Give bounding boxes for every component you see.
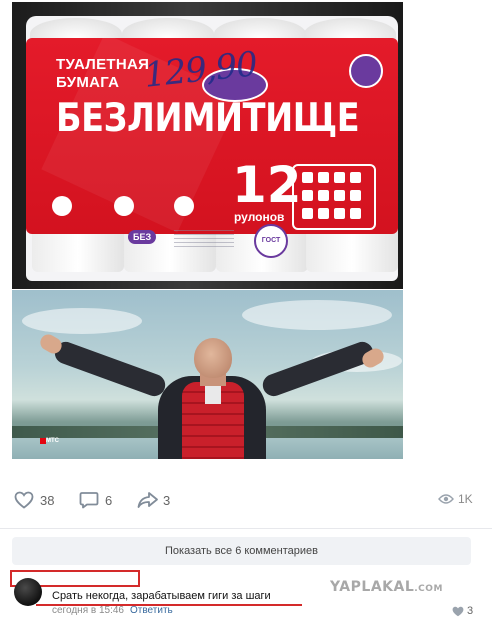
- comment-count: 6: [105, 492, 113, 508]
- gost-seal: ГОСТ: [254, 224, 288, 258]
- post-photo-man[interactable]: МТС: [12, 290, 403, 459]
- reply-link[interactable]: Ответить: [130, 605, 173, 616]
- share-icon: [137, 492, 158, 508]
- comment-icon: [79, 492, 99, 509]
- comment-time[interactable]: сегодня в 15:46: [52, 605, 124, 616]
- comment-like-count: 3: [467, 605, 474, 617]
- heart-icon: [14, 491, 34, 509]
- brand-line-2: БУМАГА: [56, 74, 120, 91]
- watermark: YAPLAKAL.COM: [330, 579, 443, 595]
- decor-dot: [52, 196, 72, 216]
- eye-icon: [438, 494, 454, 504]
- avatar[interactable]: [14, 578, 42, 606]
- post-photo-toilet-paper[interactable]: ТУАЛЕТНАЯ БУМАГА 129,90 БЕЗЛИМИТИЩЕ 12 р…: [12, 2, 403, 289]
- comment-button[interactable]: 6: [79, 491, 112, 509]
- brand-emblem-icon: [349, 54, 383, 88]
- watermark-main: YAPLAKAL: [330, 579, 415, 595]
- views-counter: 1K: [438, 492, 473, 506]
- like-count: 38: [40, 492, 55, 508]
- decor-dot: [174, 196, 194, 216]
- product-name: БЕЗЛИМИТИЩЕ: [56, 96, 360, 141]
- roll-unit: рулонов: [234, 210, 285, 224]
- heart-icon: [452, 606, 464, 616]
- toilet-paper-pack: ТУАЛЕТНАЯ БУМАГА 129,90 БЕЗЛИМИТИЩЕ 12 р…: [26, 16, 398, 281]
- share-count: 3: [163, 492, 171, 508]
- show-all-comments-button[interactable]: Показать все 6 комментариев: [12, 537, 471, 565]
- decor-dot: [114, 196, 134, 216]
- comment-meta: сегодня в 15:46 Ответить: [52, 605, 173, 616]
- mts-logo-text: МТС: [46, 438, 59, 444]
- divider: [0, 528, 492, 529]
- views-count: 1K: [458, 492, 473, 506]
- share-button[interactable]: 3: [137, 491, 170, 509]
- fine-print: [174, 230, 234, 248]
- packaging-red-band: ТУАЛЕТНАЯ БУМАГА 129,90 БЕЗЛИМИТИЩЕ 12 р…: [26, 33, 398, 234]
- watermark-suffix: .COM: [414, 584, 443, 594]
- like-button[interactable]: 38: [14, 491, 54, 509]
- packaging-badge: БЕЗ: [128, 230, 157, 244]
- head: [194, 338, 232, 378]
- rolls-grid-icon: [292, 164, 376, 230]
- brand-line-1: ТУАЛЕТНАЯ: [56, 56, 150, 73]
- left-arm: [51, 338, 169, 400]
- comment-text: Срать некогда, зарабатываем гиги за шаги: [52, 590, 271, 602]
- comment-like-button[interactable]: 3: [452, 605, 473, 617]
